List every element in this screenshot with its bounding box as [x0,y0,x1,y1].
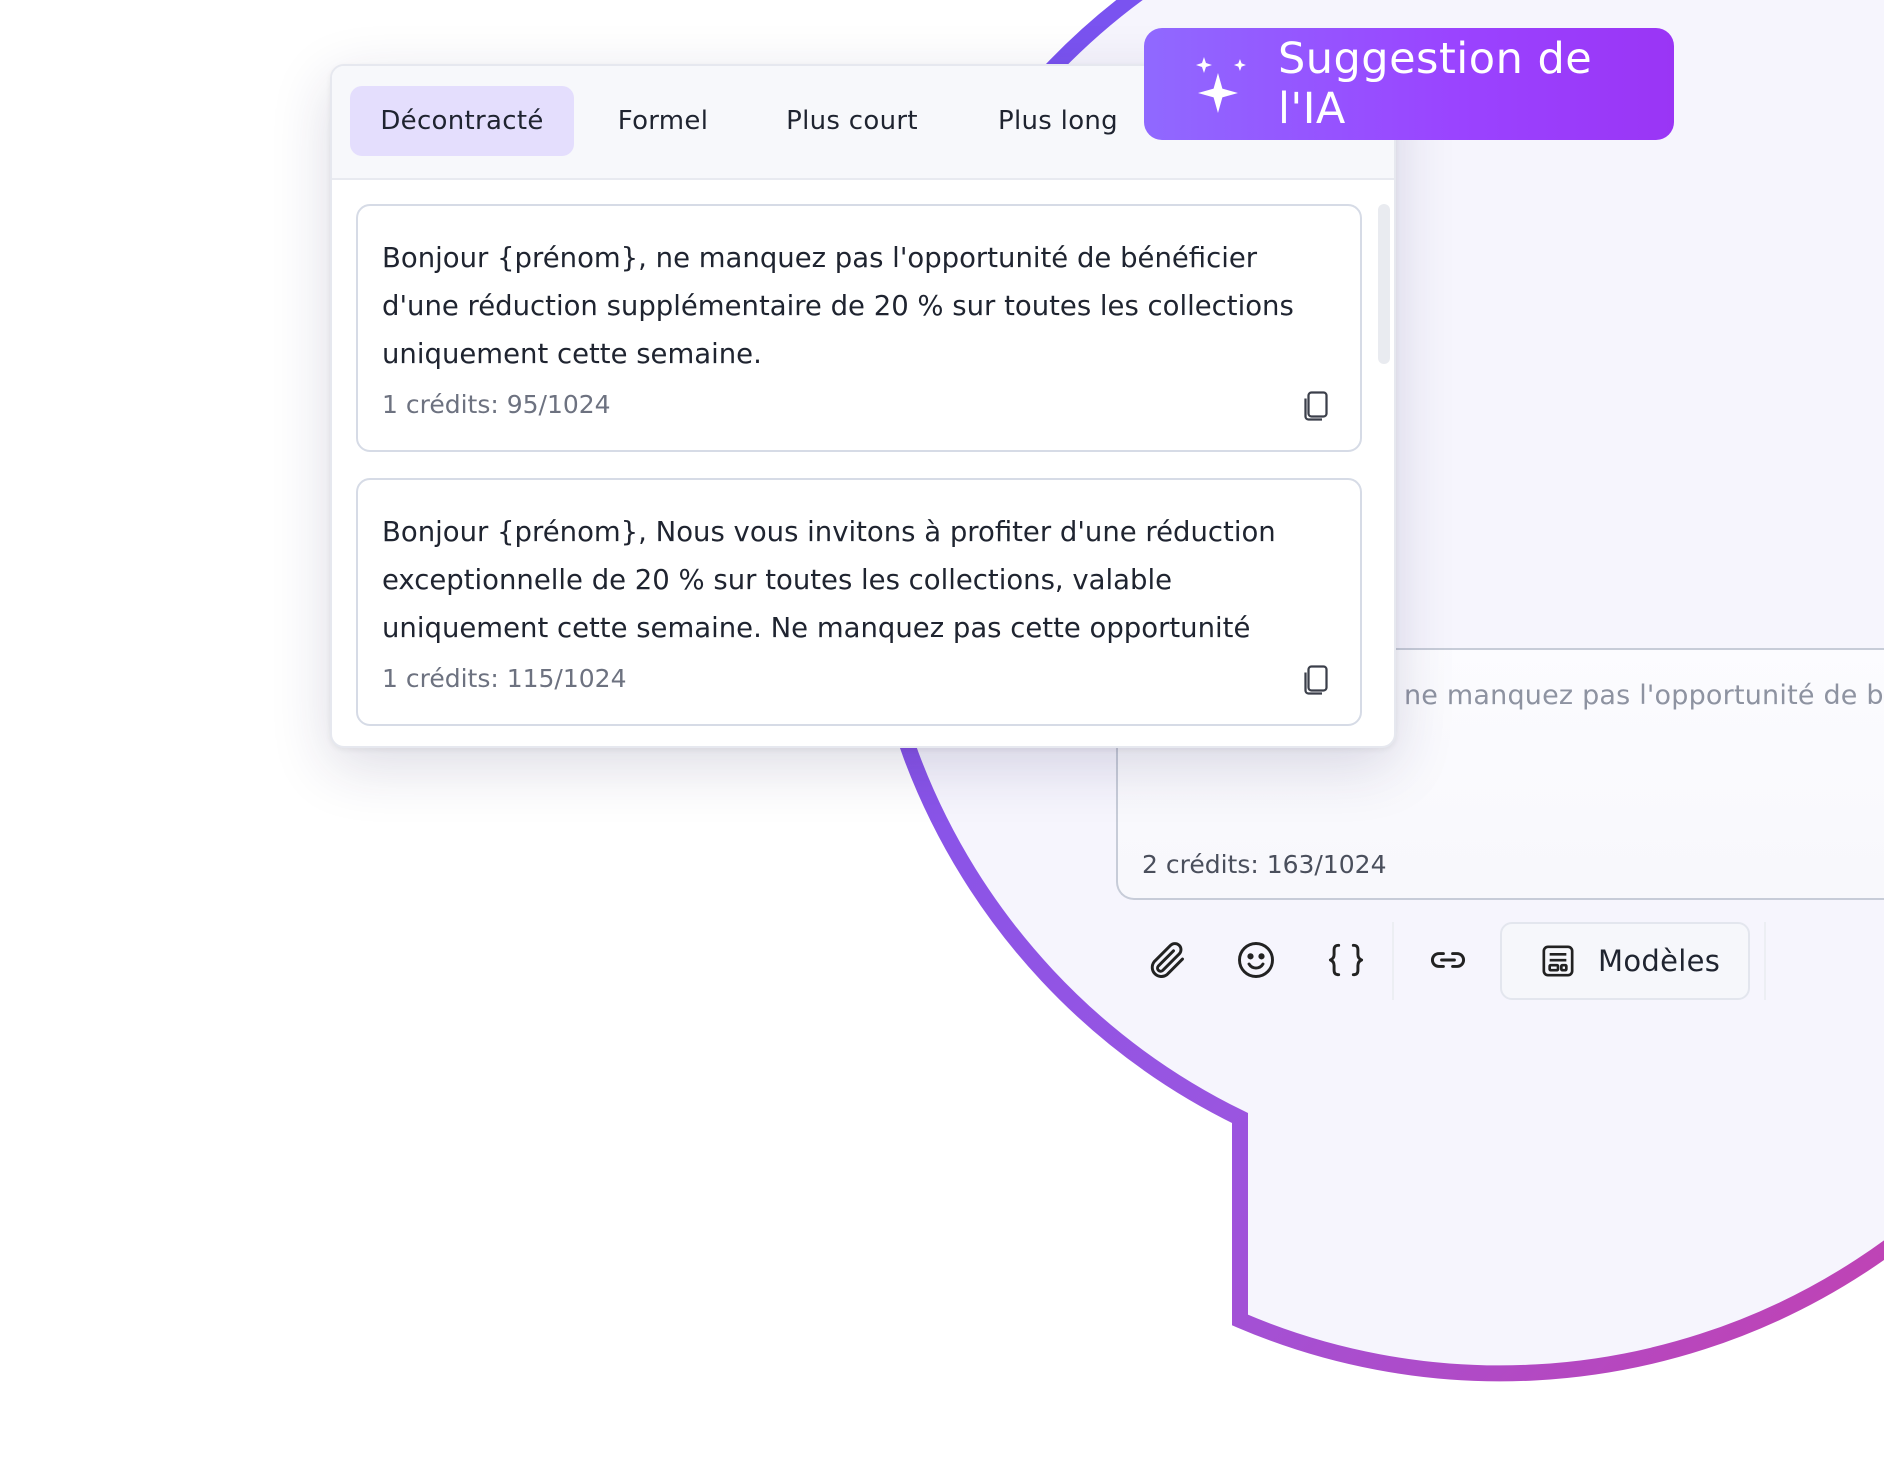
suggestion-text: Bonjour {prénom}, ne manquez pas l'oppor… [382,242,1294,370]
tab-decontracte[interactable]: Décontracté [350,86,574,156]
suggestion-card[interactable]: Bonjour {prénom}, ne manquez pas l'oppor… [356,204,1362,452]
ai-suggestion-title: Suggestion de l'IA [1277,34,1593,134]
composer-toolbar: Modèles [1116,918,1876,1002]
tab-label: Décontracté [380,106,544,136]
tab-plus-long[interactable]: Plus long [958,86,1158,156]
suggestion-credits: 1 crédits: 95/1024 [382,390,611,419]
paperclip-icon [1150,942,1184,978]
composer-credits-counter: 2 crédits: 163/1024 [1142,850,1387,879]
emoji-icon [1238,942,1274,978]
composer-text-preview[interactable]: ne manquez pas l'opportunité de b [1404,680,1884,711]
ai-suggestions-panel: Décontracté Formel Plus court Plus long … [330,64,1396,748]
suggestion-card[interactable]: Bonjour {prénom}, Nous vous invitons à p… [356,478,1362,726]
link-icon [1430,952,1466,968]
attach-button[interactable] [1134,928,1198,992]
tab-plus-court[interactable]: Plus court [752,86,952,156]
tab-label: Plus long [997,106,1118,136]
copy-icon[interactable] [1298,388,1334,424]
sparkles-icon [1195,57,1246,113]
tab-formel[interactable]: Formel [578,86,748,156]
toolbar-divider [1392,922,1394,1000]
template-icon [1542,945,1574,977]
tab-label: Plus court [786,106,918,136]
suggestions-scrollbar[interactable] [1378,204,1390,364]
link-button[interactable] [1416,928,1480,992]
toolbar-divider [1764,922,1766,1000]
tab-label: Formel [617,106,709,136]
copy-icon[interactable] [1298,662,1334,698]
variable-braces-icon [1328,943,1364,977]
variable-button[interactable] [1314,928,1378,992]
ai-suggestion-badge: Suggestion de l'IA [1144,28,1674,140]
suggestion-text: Bonjour {prénom}, Nous vous invitons à p… [382,516,1276,644]
emoji-button[interactable] [1224,928,1288,992]
suggestion-credits: 1 crédits: 115/1024 [382,664,627,693]
templates-label: Modèles [1598,944,1721,978]
templates-button[interactable]: Modèles [1500,922,1750,1000]
